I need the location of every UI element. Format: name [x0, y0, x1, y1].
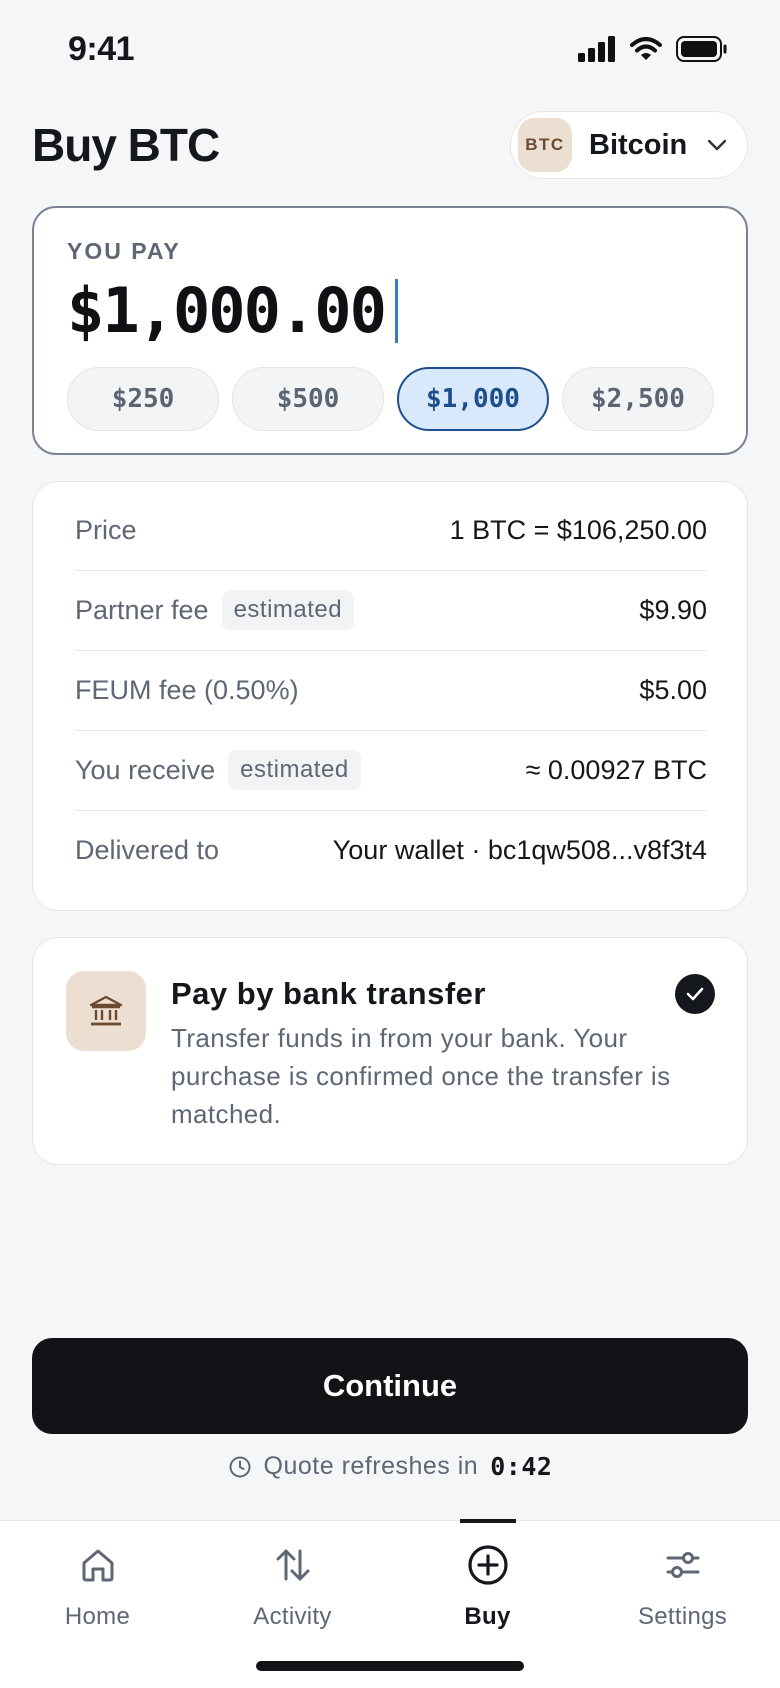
- receive-label-group: You receive estimated: [75, 750, 361, 790]
- tab-label: Settings: [637, 1603, 728, 1630]
- preset-chip-2500[interactable]: $2,500: [562, 367, 714, 431]
- tab-home[interactable]: Home: [0, 1521, 195, 1651]
- asset-name: Bitcoin: [589, 128, 688, 161]
- quote-details-card: Price 1 BTC = $106,250.00 Partner fee es…: [32, 481, 748, 911]
- partner-fee-row: Partner fee estimated $9.90: [75, 570, 707, 651]
- clock-icon: [228, 1455, 252, 1479]
- bank-icon: [66, 971, 146, 1051]
- tab-settings[interactable]: Settings: [585, 1521, 780, 1651]
- feum-fee-row: FEUM fee (0.50%) $5.00: [75, 650, 707, 731]
- quote-refresh-text: Quote refreshes in: [263, 1452, 479, 1480]
- feum-fee-value: $5.00: [639, 674, 707, 705]
- cellular-signal-icon: [578, 36, 616, 67]
- amount-label: YOU PAY: [67, 238, 181, 264]
- tab-label: Home: [64, 1603, 131, 1630]
- payment-method-description: Transfer funds in from your bank. Your p…: [171, 1023, 671, 1129]
- estimated-tag: estimated: [228, 750, 361, 790]
- text-caret: [394, 278, 398, 343]
- status-bar: 9:41: [0, 0, 780, 100]
- preset-chip-1000[interactable]: $1,000: [397, 367, 549, 431]
- partner-fee-label: Partner fee: [75, 594, 209, 625]
- tab-activity[interactable]: Activity: [195, 1521, 390, 1651]
- tab-buy[interactable]: Buy: [390, 1519, 585, 1651]
- status-time: 9:41: [68, 30, 135, 68]
- price-label: Price: [75, 514, 137, 545]
- tab-label: Activity: [253, 1603, 332, 1630]
- checkmark-icon: [675, 974, 715, 1014]
- amount-card: YOU PAY $1,000.00 $250 $500 $1,000 $2,50…: [32, 206, 748, 455]
- quote-refresh: Quote refreshes in 0:42: [0, 1452, 780, 1481]
- payment-method-option[interactable]: Pay by bank transfer Transfer funds in f…: [32, 937, 748, 1165]
- receive-label: You receive: [75, 754, 216, 785]
- wifi-icon: [630, 37, 662, 66]
- payment-method-title: Pay by bank transfer: [171, 976, 486, 1011]
- preset-chip-250[interactable]: $250: [67, 367, 219, 431]
- home-icon: [78, 1543, 118, 1587]
- price-value: 1 BTC = $106,250.00: [449, 514, 707, 545]
- delivered-label: Delivered to: [75, 834, 220, 865]
- delivered-row: Delivered to Your wallet · bc1qw508...v8…: [75, 810, 707, 890]
- receive-row: You receive estimated ≈ 0.00927 BTC: [75, 730, 707, 811]
- active-tab-indicator: [460, 1519, 516, 1523]
- estimated-tag: estimated: [221, 590, 355, 630]
- receive-value: ≈ 0.00927 BTC: [525, 754, 707, 785]
- status-icons: [578, 36, 728, 67]
- amount-presets: $250 $500 $1,000 $2,500: [67, 367, 714, 431]
- tab-label: Buy: [464, 1603, 511, 1630]
- preset-chip-500[interactable]: $500: [232, 367, 384, 431]
- price-row: Price 1 BTC = $106,250.00: [75, 490, 707, 571]
- asset-badge: BTC: [518, 118, 572, 172]
- partner-fee-label-group: Partner fee estimated: [75, 590, 355, 630]
- chevron-down-icon: [707, 139, 727, 151]
- arrows-up-down-icon: [273, 1543, 313, 1587]
- plus-circle-icon: [467, 1543, 509, 1587]
- sliders-icon: [663, 1543, 703, 1587]
- partner-fee-value: $9.90: [639, 594, 707, 625]
- feum-fee-label: FEUM fee (0.50%): [75, 674, 299, 705]
- battery-icon: [676, 36, 728, 67]
- asset-picker[interactable]: BTC Bitcoin: [510, 111, 748, 179]
- amount-value: $1,000.00: [67, 274, 387, 347]
- home-indicator: [256, 1661, 524, 1671]
- amount-input[interactable]: $1,000.00: [67, 274, 398, 347]
- quote-timer: 0:42: [490, 1452, 553, 1481]
- page-title: Buy BTC: [32, 119, 220, 171]
- delivered-value: Your wallet · bc1qw508...v8f3t4: [332, 834, 707, 865]
- continue-button[interactable]: Continue: [32, 1338, 748, 1434]
